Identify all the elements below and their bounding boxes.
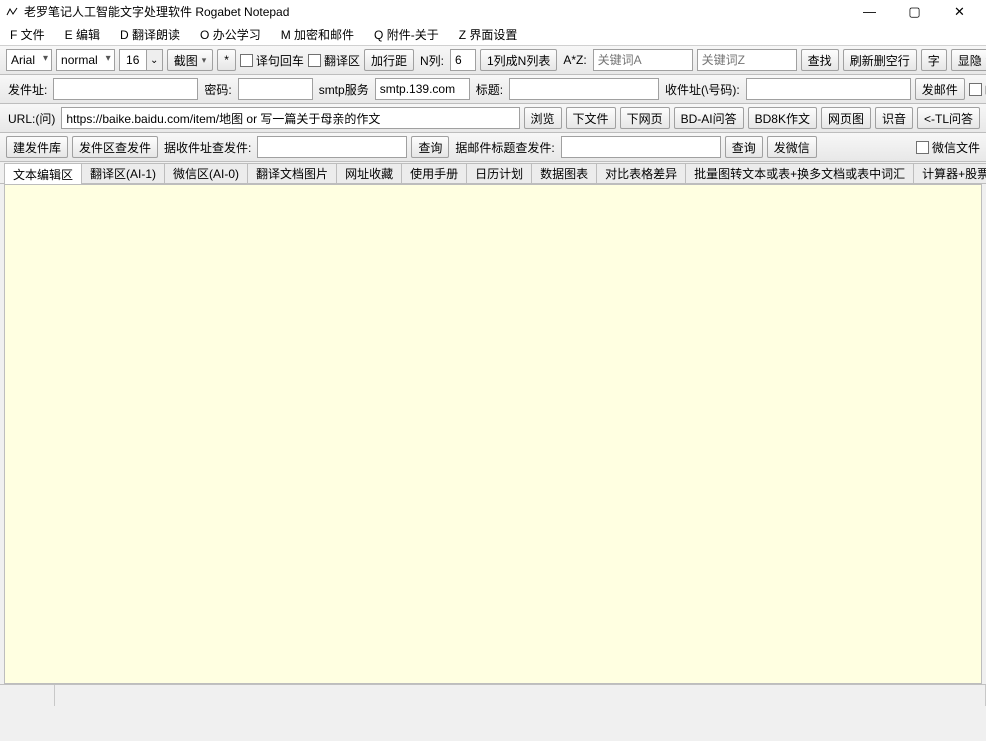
translate-zone-checkbox[interactable]: 翻译区 bbox=[308, 52, 360, 69]
wechat-file-label: 微信文件 bbox=[932, 139, 980, 156]
query-sendzone-button[interactable]: 发件区查发件 bbox=[72, 136, 158, 158]
char-button[interactable]: 字 bbox=[921, 49, 947, 71]
titlebar: 老罗笔记人工智能文字处理软件 Rogabet Notepad — ▢ ✕ bbox=[0, 0, 986, 24]
tab-calculator-stock[interactable]: 计算器+股票 bbox=[913, 163, 986, 183]
mail-password-label: 密码: bbox=[202, 81, 233, 98]
font-size-value: 16 bbox=[119, 49, 147, 71]
bd8k-button[interactable]: BD8K作文 bbox=[748, 107, 817, 129]
tab-strip: 文本编辑区 翻译区(AI-1) 微信区(AI-0) 翻译文档图片 网址收藏 使用… bbox=[0, 162, 986, 184]
send-mail-button[interactable]: 发邮件 bbox=[915, 78, 965, 100]
mail-attachment-checkbox[interactable]: 邮附件 bbox=[969, 81, 986, 98]
menu-encrypt-mail[interactable]: M 加密和邮件 bbox=[277, 24, 358, 45]
voice-recognize-button[interactable]: 识音 bbox=[875, 107, 913, 129]
status-bar bbox=[0, 684, 986, 706]
tab-batch-convert[interactable]: 批量图转文本或表+换多文档或表中词汇 bbox=[685, 163, 914, 183]
menu-attach-about[interactable]: Q 附件-关于 bbox=[370, 24, 443, 45]
tab-manual[interactable]: 使用手册 bbox=[401, 163, 467, 183]
smtp-label: smtp服务 bbox=[317, 81, 371, 98]
web-image-button[interactable]: 网页图 bbox=[821, 107, 871, 129]
font-size-stepper[interactable]: 16 ⌄ bbox=[119, 49, 163, 71]
mail-subject-label: 标题: bbox=[474, 81, 505, 98]
menubar: F 文件 E 编辑 D 翻译朗读 O 办公学习 M 加密和邮件 Q 附件-关于 … bbox=[0, 24, 986, 46]
minimize-button[interactable]: — bbox=[847, 0, 892, 24]
smtp-input[interactable] bbox=[375, 78, 470, 100]
star-button[interactable]: * bbox=[217, 49, 236, 71]
tab-translate-zone[interactable]: 翻译区(AI-1) bbox=[81, 163, 165, 183]
close-button[interactable]: ✕ bbox=[937, 0, 982, 24]
add-linegap-button[interactable]: 加行距 bbox=[364, 49, 414, 71]
translate-zone-label: 翻译区 bbox=[324, 52, 360, 69]
font-family-select[interactable]: Arial bbox=[6, 49, 52, 71]
build-sendlib-button[interactable]: 建发件库 bbox=[6, 136, 68, 158]
query-by-recipient-input[interactable] bbox=[257, 136, 407, 158]
tab-data-chart[interactable]: 数据图表 bbox=[531, 163, 597, 183]
translate-sentence-checkbox[interactable]: 译句回车 bbox=[240, 52, 304, 69]
text-editor-area[interactable] bbox=[4, 184, 982, 684]
query-by-recipient-label: 据收件址查发件: bbox=[162, 139, 253, 156]
menu-translate-read[interactable]: D 翻译朗读 bbox=[116, 24, 184, 45]
url-label: URL:(问) bbox=[6, 110, 57, 127]
query-by-subject-button[interactable]: 查询 bbox=[725, 136, 763, 158]
mail-from-label: 发件址: bbox=[6, 81, 49, 98]
tab-compare-tables[interactable]: 对比表格差异 bbox=[596, 163, 686, 183]
tab-text-editor[interactable]: 文本编辑区 bbox=[4, 163, 82, 184]
mail-password-input[interactable] bbox=[238, 78, 313, 100]
chevron-down-icon[interactable]: ⌄ bbox=[147, 49, 163, 71]
wechat-file-checkbox[interactable]: 微信文件 bbox=[916, 139, 980, 156]
sendlib-toolbar: 建发件库 发件区查发件 据收件址查发件: 查询 据邮件标题查发件: 查询 发微信… bbox=[0, 133, 986, 162]
menu-office[interactable]: O 办公学习 bbox=[196, 24, 265, 45]
url-toolbar: URL:(问) 浏览 下文件 下网页 BD-AI问答 BD8K作文 网页图 识音… bbox=[0, 104, 986, 133]
tab-wechat-zone[interactable]: 微信区(AI-0) bbox=[164, 163, 248, 183]
translate-sentence-label: 译句回车 bbox=[256, 52, 304, 69]
mail-subject-input[interactable] bbox=[509, 78, 659, 100]
mail-to-label: 收件址(\号码): bbox=[663, 81, 742, 98]
url-input[interactable] bbox=[61, 107, 519, 129]
bd-ai-button[interactable]: BD-AI问答 bbox=[674, 107, 744, 129]
mail-toolbar: 发件址: 密码: smtp服务 标题: 收件址(\号码): 发邮件 邮附件 bbox=[0, 75, 986, 104]
window-controls: — ▢ ✕ bbox=[847, 0, 982, 24]
window-title: 老罗笔记人工智能文字处理软件 Rogabet Notepad bbox=[24, 3, 847, 20]
query-by-subject-input[interactable] bbox=[561, 136, 721, 158]
format-toolbar: Arial normal 16 ⌄ 截图 * 译句回车 翻译区 加行距 N列: … bbox=[0, 46, 986, 75]
query-by-subject-label: 据邮件标题查发件: bbox=[453, 139, 556, 156]
tab-calendar[interactable]: 日历计划 bbox=[466, 163, 532, 183]
status-cell-2 bbox=[55, 685, 986, 706]
status-cell-1 bbox=[0, 685, 55, 706]
az-label: A*Z: bbox=[561, 53, 588, 67]
tl-qa-button[interactable]: <-TL问答 bbox=[917, 107, 980, 129]
menu-file[interactable]: F 文件 bbox=[6, 24, 49, 45]
screenshot-button[interactable]: 截图 bbox=[167, 49, 214, 71]
font-weight-select[interactable]: normal bbox=[56, 49, 115, 71]
find-button[interactable]: 查找 bbox=[801, 49, 839, 71]
refresh-delete-blank-button[interactable]: 刷新删空行 bbox=[843, 49, 917, 71]
n-col-label: N列: bbox=[418, 52, 446, 69]
keyword-z-input[interactable] bbox=[697, 49, 797, 71]
tab-translate-doc-image[interactable]: 翻译文档图片 bbox=[247, 163, 337, 183]
query-by-recipient-button[interactable]: 查询 bbox=[411, 136, 449, 158]
menu-ui-settings[interactable]: Z 界面设置 bbox=[455, 24, 522, 45]
browse-button[interactable]: 浏览 bbox=[524, 107, 562, 129]
download-file-button[interactable]: 下文件 bbox=[566, 107, 616, 129]
n-col-input[interactable] bbox=[450, 49, 476, 71]
send-wechat-button[interactable]: 发微信 bbox=[767, 136, 817, 158]
maximize-button[interactable]: ▢ bbox=[892, 0, 937, 24]
mail-to-input[interactable] bbox=[746, 78, 911, 100]
to-ncol-table-button[interactable]: 1列成N列表 bbox=[480, 49, 557, 71]
menu-edit[interactable]: E 编辑 bbox=[61, 24, 104, 45]
mail-from-input[interactable] bbox=[53, 78, 198, 100]
download-page-button[interactable]: 下网页 bbox=[620, 107, 670, 129]
app-icon bbox=[4, 4, 20, 20]
keyword-a-input[interactable] bbox=[593, 49, 693, 71]
tab-url-favorites[interactable]: 网址收藏 bbox=[336, 163, 402, 183]
show-hide-button[interactable]: 显隐 bbox=[951, 49, 986, 71]
